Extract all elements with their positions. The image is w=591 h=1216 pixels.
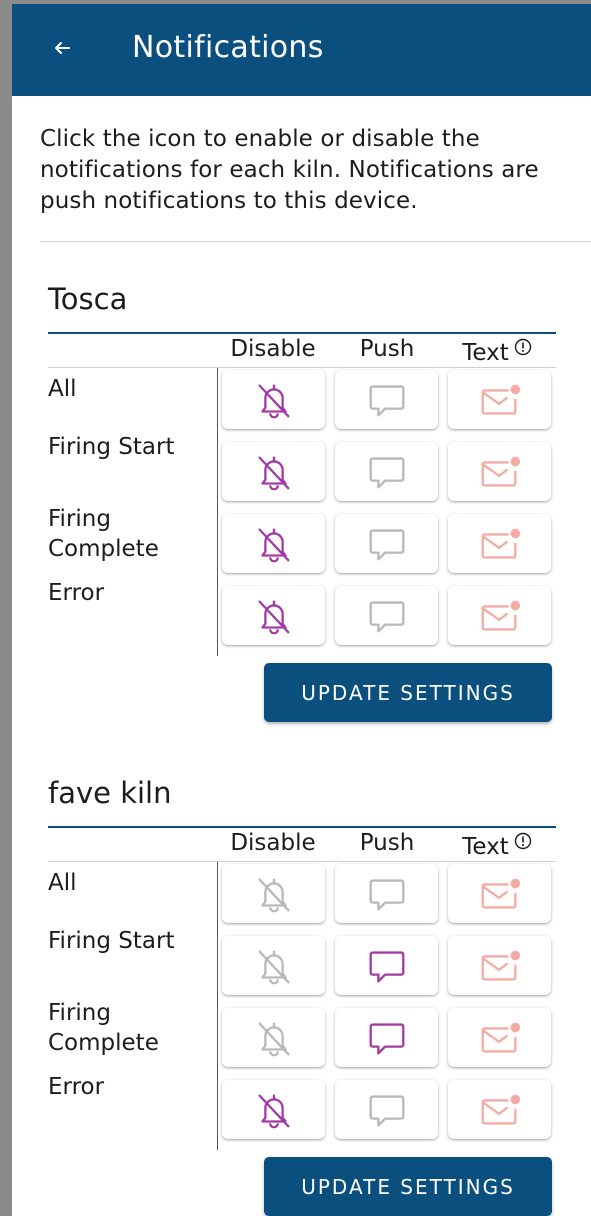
table-header-rule: [48, 367, 556, 368]
disable-toggle[interactable]: [222, 514, 325, 573]
chat-bubble-icon: [369, 456, 404, 488]
table-header-rule: [48, 861, 556, 862]
column-header-text: Text: [442, 336, 552, 366]
column-header-text: Text: [442, 830, 552, 860]
chat-bubble-icon: [369, 600, 404, 632]
info-circle-icon[interactable]: [514, 830, 532, 856]
text-toggle[interactable]: [448, 936, 551, 995]
disable-toggle[interactable]: [222, 936, 325, 995]
chat-bubble-icon: [369, 384, 404, 416]
kiln-header-rule: [48, 826, 556, 828]
arrow-left-icon: [55, 42, 70, 54]
kiln-section: Tosca Disable Push Text All Firing Start Firin…: [48, 282, 556, 732]
column-header-label: Text: [462, 340, 509, 366]
mail-notification-icon: [481, 456, 520, 487]
bell-off-icon: [257, 599, 290, 634]
mail-notification-icon: [481, 600, 520, 631]
push-toggle[interactable]: [335, 514, 438, 573]
bell-off-icon: [257, 949, 290, 984]
chat-bubble-icon: [369, 1094, 404, 1126]
info-circle-icon[interactable]: [514, 336, 532, 362]
disable-toggle[interactable]: [222, 864, 325, 923]
row-label: Firing Complete: [48, 1000, 159, 1056]
mail-notification-icon: [481, 528, 520, 559]
chat-bubble-icon: [369, 950, 404, 982]
divider: [40, 241, 591, 242]
label-column-rule: [217, 862, 218, 1150]
push-toggle[interactable]: [335, 864, 438, 923]
chat-bubble-icon: [369, 1022, 404, 1054]
row-label: Error: [48, 580, 105, 606]
column-header-label: Push: [359, 336, 415, 362]
row-label: Firing Start: [48, 434, 175, 460]
mail-notification-icon: [481, 1022, 520, 1053]
notifications-page: Notifications Click the icon to enable o…: [12, 4, 591, 1216]
app-bar: Notifications: [12, 4, 591, 96]
row-label: Firing Start: [48, 928, 175, 954]
bell-off-icon: [257, 877, 290, 912]
back-button[interactable]: [48, 34, 76, 62]
bell-off-icon: [257, 383, 290, 418]
column-header-disable: Disable: [218, 336, 328, 362]
push-toggle[interactable]: [335, 1008, 438, 1067]
kiln-header-rule: [48, 332, 556, 334]
page-title: Notifications: [132, 30, 324, 65]
push-toggle[interactable]: [335, 1080, 438, 1139]
update-settings-button[interactable]: UPDATE SETTINGS: [264, 1157, 552, 1216]
mail-notification-icon: [481, 878, 520, 909]
kiln-section: fave kiln Disable Push Text All Firing Start F…: [48, 776, 556, 1216]
kiln-name: Tosca: [48, 282, 128, 316]
kiln-name: fave kiln: [48, 776, 172, 810]
mail-notification-icon: [481, 1094, 520, 1125]
text-toggle[interactable]: [448, 442, 551, 501]
disable-toggle[interactable]: [222, 370, 325, 429]
row-label: All: [48, 870, 77, 896]
text-toggle[interactable]: [448, 864, 551, 923]
intro-text: Click the icon to enable or disable the …: [40, 126, 539, 214]
row-label: Firing Complete: [48, 506, 159, 562]
bell-off-icon: [257, 527, 290, 562]
text-toggle[interactable]: [448, 370, 551, 429]
mail-notification-icon: [481, 384, 520, 415]
column-header-label: Text: [462, 834, 509, 860]
bell-off-icon: [257, 455, 290, 490]
text-toggle[interactable]: [448, 586, 551, 645]
chat-bubble-icon: [369, 528, 404, 560]
column-header-disable: Disable: [218, 830, 328, 856]
mail-notification-icon: [481, 950, 520, 981]
row-label: All: [48, 376, 77, 402]
column-header-label: Push: [359, 830, 415, 856]
push-toggle[interactable]: [335, 370, 438, 429]
bell-off-icon: [257, 1093, 290, 1128]
disable-toggle[interactable]: [222, 442, 325, 501]
label-column-rule: [217, 368, 218, 656]
column-header-push: Push: [332, 336, 442, 362]
disable-toggle[interactable]: [222, 1080, 325, 1139]
disable-toggle[interactable]: [222, 586, 325, 645]
push-toggle[interactable]: [335, 936, 438, 995]
chat-bubble-icon: [369, 878, 404, 910]
column-header-label: Disable: [230, 336, 316, 362]
column-header-push: Push: [332, 830, 442, 856]
text-toggle[interactable]: [448, 514, 551, 573]
column-header-label: Disable: [230, 830, 316, 856]
bell-off-icon: [257, 1021, 290, 1056]
push-toggle[interactable]: [335, 442, 438, 501]
push-toggle[interactable]: [335, 586, 438, 645]
text-toggle[interactable]: [448, 1008, 551, 1067]
text-toggle[interactable]: [448, 1080, 551, 1139]
row-label: Error: [48, 1074, 105, 1100]
disable-toggle[interactable]: [222, 1008, 325, 1067]
update-settings-button[interactable]: UPDATE SETTINGS: [264, 663, 552, 722]
